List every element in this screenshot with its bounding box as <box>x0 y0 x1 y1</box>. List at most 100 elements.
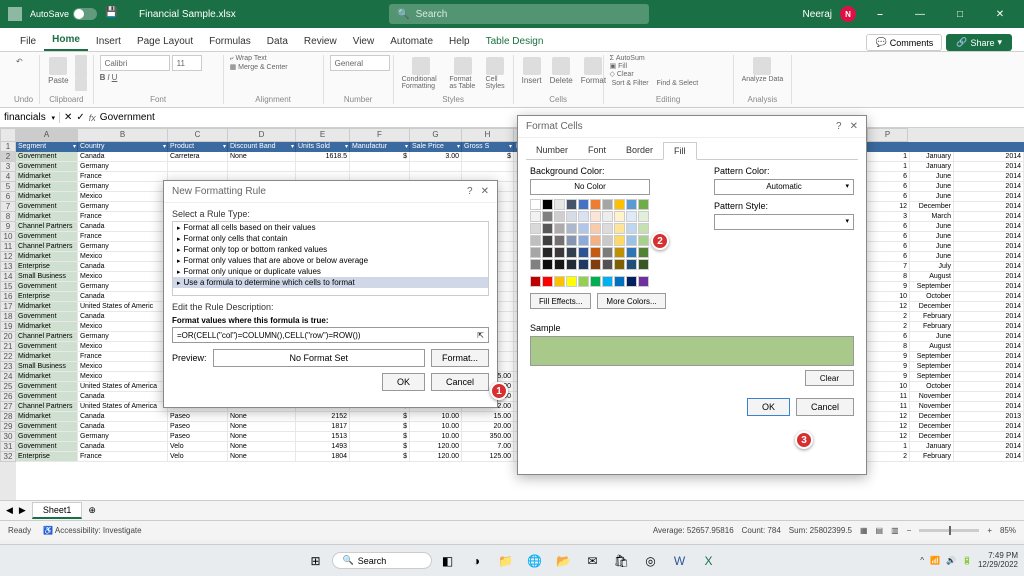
cell[interactable]: None <box>228 452 296 461</box>
zoom-out-icon[interactable]: − <box>907 526 912 535</box>
cell[interactable]: 6 <box>862 332 910 341</box>
color-swatch[interactable] <box>614 235 625 246</box>
dialog-titlebar[interactable]: New Formatting Rule ?✕ <box>164 181 497 203</box>
merge-center-button[interactable]: ▦ Merge & Center <box>230 63 317 71</box>
cell[interactable]: Government <box>16 202 78 211</box>
cell[interactable]: August <box>910 272 954 281</box>
color-swatch[interactable] <box>614 199 625 210</box>
cell[interactable]: 2014 <box>954 262 1024 271</box>
color-swatch[interactable] <box>554 247 565 258</box>
cell[interactable]: Velo <box>168 452 228 461</box>
cell[interactable]: Channel Partners <box>16 402 78 411</box>
folder-icon[interactable]: 📂 <box>551 548 577 574</box>
cell[interactable]: 10 <box>862 382 910 391</box>
taskbar-search[interactable]: 🔍 Search <box>332 552 432 569</box>
tab-help[interactable]: Help <box>441 32 478 51</box>
color-swatch[interactable] <box>626 247 637 258</box>
color-swatch[interactable] <box>626 223 637 234</box>
cell[interactable]: Enterprise <box>16 292 78 301</box>
select-all-corner[interactable] <box>0 128 16 142</box>
cell[interactable]: 2014 <box>954 392 1024 401</box>
cell[interactable]: Channel Partners <box>16 242 78 251</box>
battery-icon[interactable]: 🔋 <box>962 556 972 565</box>
cell[interactable]: Paseo <box>168 432 228 441</box>
row-header[interactable]: 12 <box>0 252 16 262</box>
cell[interactable]: Paseo <box>168 422 228 431</box>
format-as-table-button[interactable]: Format as Table <box>447 55 479 92</box>
fc-tab-fill[interactable]: Fill <box>663 142 697 160</box>
cell[interactable]: 350.00 <box>462 432 514 441</box>
cell[interactable]: Mexico <box>78 192 168 201</box>
zoom-in-icon[interactable]: + <box>987 526 992 535</box>
number-format-dropdown[interactable]: General <box>330 55 390 71</box>
paste-button[interactable]: Paste <box>46 55 70 87</box>
close-icon[interactable]: ✕ <box>984 4 1016 24</box>
cell[interactable]: 2014 <box>954 172 1024 181</box>
cell[interactable]: 2014 <box>954 162 1024 171</box>
cell[interactable]: Mexico <box>78 322 168 331</box>
rule-item[interactable]: ▸Use a formula to determine which cells … <box>173 277 488 288</box>
color-swatch[interactable] <box>566 276 577 287</box>
cell[interactable]: 10.00 <box>410 412 462 421</box>
cell[interactable]: 10.00 <box>410 432 462 441</box>
cell[interactable]: 125.00 <box>462 452 514 461</box>
cell[interactable]: January <box>910 442 954 451</box>
cell[interactable]: 9 <box>862 372 910 381</box>
cell[interactable]: 2014 <box>954 212 1024 221</box>
delete-button[interactable]: Delete <box>548 55 575 87</box>
cell[interactable]: 3 <box>862 212 910 221</box>
color-swatch[interactable] <box>578 276 589 287</box>
cell[interactable]: Mexico <box>78 362 168 371</box>
cell[interactable]: June <box>910 332 954 341</box>
cell[interactable]: 3.00 <box>410 152 462 161</box>
cell[interactable]: June <box>910 242 954 251</box>
wifi-icon[interactable]: 📶 <box>930 556 940 565</box>
taskbar-date[interactable]: 12/29/2022 <box>978 561 1018 570</box>
cell[interactable]: July <box>910 262 954 271</box>
ok-button[interactable]: OK <box>382 373 425 391</box>
cell[interactable]: Midmarket <box>16 412 78 421</box>
color-swatch[interactable] <box>638 259 649 270</box>
cell[interactable]: Mexico <box>78 372 168 381</box>
cell[interactable]: None <box>228 442 296 451</box>
cell[interactable]: $ <box>350 412 410 421</box>
cell[interactable]: Canada <box>78 412 168 421</box>
color-swatch[interactable] <box>554 211 565 222</box>
cell[interactable]: $ <box>350 442 410 451</box>
row-header[interactable]: 23 <box>0 362 16 372</box>
cell[interactable]: Paseo <box>168 412 228 421</box>
color-swatch[interactable] <box>590 247 601 258</box>
table-header-cell[interactable]: Segment <box>16 142 78 152</box>
color-swatch[interactable] <box>614 276 625 287</box>
color-swatch[interactable] <box>638 199 649 210</box>
cell[interactable]: 1804 <box>296 452 350 461</box>
cell[interactable]: 12 <box>862 412 910 421</box>
cell[interactable]: 6 <box>862 222 910 231</box>
new-sheet-icon[interactable]: ⊕ <box>88 505 96 516</box>
row-header[interactable]: 20 <box>0 332 16 342</box>
col-header[interactable]: E <box>296 128 350 142</box>
store-icon[interactable]: 🛍 <box>609 548 635 574</box>
cell[interactable]: June <box>910 252 954 261</box>
color-swatch[interactable] <box>566 259 577 270</box>
cell[interactable]: Germany <box>78 432 168 441</box>
cell[interactable]: Midmarket <box>16 212 78 221</box>
row-header[interactable]: 2 <box>0 152 16 162</box>
cell[interactable]: 120.00 <box>410 452 462 461</box>
cell[interactable]: 2 <box>862 452 910 461</box>
col-header[interactable]: H <box>462 128 514 142</box>
edge-icon[interactable]: 🌐 <box>522 548 548 574</box>
color-swatch[interactable] <box>578 199 589 210</box>
find-select-button[interactable]: Find & Select <box>655 78 701 89</box>
color-swatch[interactable] <box>638 235 649 246</box>
accessibility-status[interactable]: ♿ Accessibility: Investigate <box>43 526 141 535</box>
cell[interactable]: 1 <box>862 162 910 171</box>
cell[interactable]: 6 <box>862 172 910 181</box>
italic-icon[interactable]: I <box>107 73 109 82</box>
start-icon[interactable]: ⊞ <box>303 548 329 574</box>
cell[interactable]: Small Business <box>16 362 78 371</box>
cell[interactable]: Germany <box>78 242 168 251</box>
cell[interactable]: 2014 <box>954 442 1024 451</box>
cell[interactable]: 8 <box>862 342 910 351</box>
cell[interactable]: 2014 <box>954 342 1024 351</box>
